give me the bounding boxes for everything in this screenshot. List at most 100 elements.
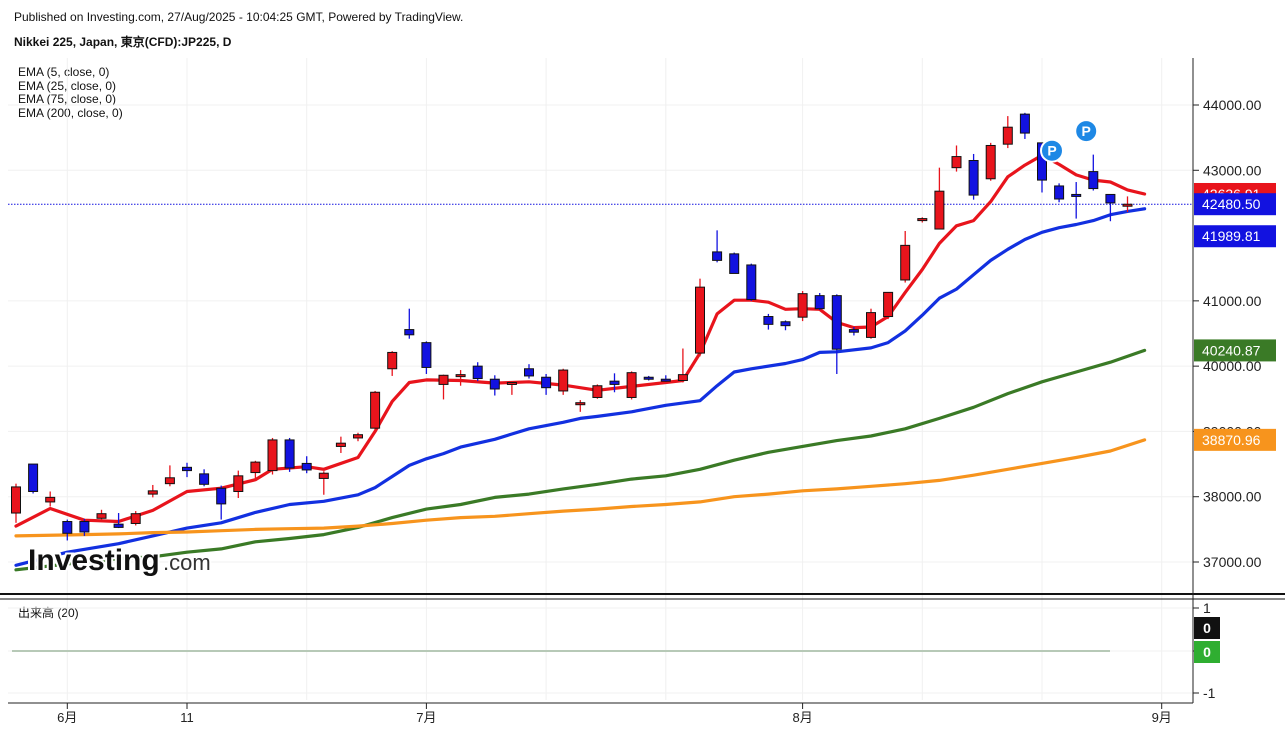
candle-body <box>387 351 398 370</box>
candle <box>575 400 586 412</box>
candle-body <box>746 264 757 301</box>
candle <box>387 351 398 376</box>
candle <box>301 456 312 474</box>
candle <box>353 432 363 442</box>
event-marker-text: P <box>1082 123 1091 139</box>
candle <box>592 384 603 399</box>
candle-body <box>164 477 175 485</box>
logo-brand: Investing <box>28 544 160 577</box>
volume-badge: 0 <box>1194 617 1220 639</box>
chart-frame <box>0 58 1285 704</box>
ema-lines <box>14 153 1147 572</box>
candle-body <box>626 372 637 398</box>
candle-body <box>968 159 979 196</box>
candle <box>780 320 791 331</box>
candle-body <box>318 472 329 479</box>
candle-body <box>695 286 705 354</box>
candle <box>96 509 107 521</box>
candle-body <box>831 295 842 350</box>
candle-body <box>11 486 21 514</box>
candle-body <box>797 293 808 318</box>
candle <box>335 436 346 453</box>
candle <box>968 153 979 200</box>
candle-body <box>900 244 911 281</box>
candle-body <box>729 253 740 274</box>
candle <box>541 373 552 395</box>
candle-body <box>917 218 928 222</box>
candle-body <box>660 378 671 382</box>
candle-body <box>848 329 859 333</box>
candle <box>1002 116 1013 149</box>
candle-body <box>250 461 261 474</box>
candle <box>917 217 928 223</box>
markers: PP <box>1040 119 1099 163</box>
candle-body <box>814 295 825 310</box>
candle <box>1071 182 1082 219</box>
candle-body <box>951 156 962 169</box>
x-tick-label: 11 <box>180 710 194 725</box>
candle <box>1054 183 1065 203</box>
candle-body <box>506 381 517 385</box>
candle-body <box>233 475 244 492</box>
candle-body <box>472 365 483 380</box>
candle <box>763 313 774 330</box>
candle-body <box>28 463 39 492</box>
grid <box>8 58 1193 700</box>
y-tick-label: 43000.00 <box>1203 162 1262 178</box>
y-tick-label: 38000.00 <box>1203 489 1262 505</box>
candle-body <box>489 378 500 390</box>
candle <box>216 485 227 520</box>
candle-body <box>96 513 107 519</box>
candle <box>626 371 637 400</box>
candle-body <box>1054 185 1065 200</box>
candle-body <box>370 391 381 429</box>
candle-body <box>866 312 876 338</box>
event-marker-text: P <box>1047 143 1056 159</box>
candle-body <box>985 144 996 180</box>
y-tick-label: 41000.00 <box>1203 293 1262 309</box>
candle <box>45 491 56 507</box>
candle <box>11 483 21 523</box>
candle <box>438 374 449 400</box>
candle <box>695 278 705 357</box>
candle <box>199 469 210 487</box>
candle-body <box>609 380 620 385</box>
candle <box>130 511 141 526</box>
candle <box>831 294 842 374</box>
candle-body <box>883 291 894 318</box>
candle-body <box>438 374 449 385</box>
candle-body <box>1019 113 1030 134</box>
price-badge-label: 38870.96 <box>1202 432 1261 448</box>
candle <box>900 231 911 283</box>
candle-body <box>780 321 791 327</box>
candle <box>404 308 415 339</box>
candle <box>489 375 500 396</box>
x-tick-label: 6月 <box>57 710 77 725</box>
candle-body <box>199 473 210 485</box>
investing-logo: Investing .com <box>26 542 213 579</box>
price-badge: 42480.50 <box>1194 193 1276 216</box>
candle-body <box>301 462 312 471</box>
candle-body <box>455 374 466 378</box>
y-tick-label: 44000.00 <box>1203 97 1262 113</box>
candle <box>866 308 876 339</box>
vol-tick-label: -1 <box>1203 685 1216 701</box>
candle-body <box>763 316 774 325</box>
volume-badge-label: 0 <box>1203 644 1211 660</box>
candle-body <box>1002 126 1013 145</box>
candle <box>284 437 295 472</box>
vol-tick-label: 1 <box>1203 600 1211 616</box>
candle <box>729 252 740 274</box>
candle <box>182 462 192 478</box>
candle-body <box>130 513 141 524</box>
candle <box>318 471 329 495</box>
y-tick-label: 37000.00 <box>1203 554 1262 570</box>
price-chart[interactable]: PP 37000.0038000.0039000.0040000.0041000… <box>0 0 1285 734</box>
candle-body <box>79 521 90 533</box>
price-badge: 38870.96 <box>1194 428 1276 451</box>
price-badge-label: 42480.50 <box>1202 196 1261 212</box>
candle <box>934 167 945 230</box>
candle-body <box>421 342 432 368</box>
candle-body <box>182 466 192 472</box>
candle-body <box>575 402 586 406</box>
